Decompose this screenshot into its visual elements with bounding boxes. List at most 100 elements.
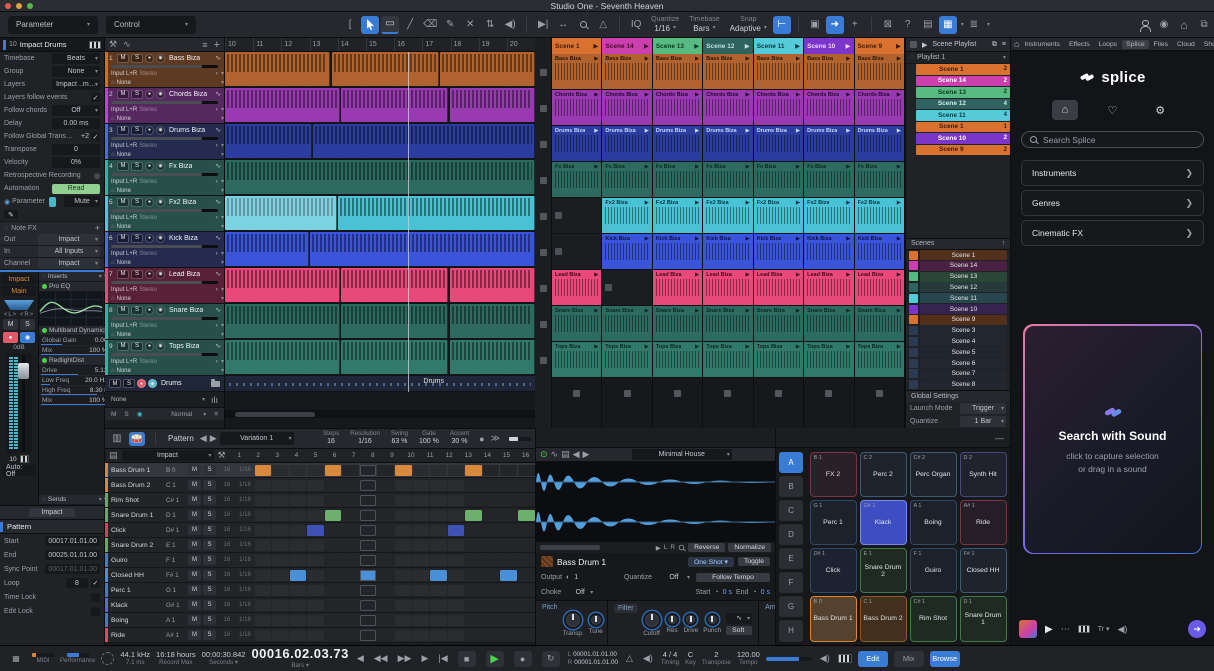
playlist-entry[interactable]: Scene 124 xyxy=(916,99,1010,110)
step-cell[interactable] xyxy=(430,600,447,611)
monitor-dot[interactable]: ◉ xyxy=(137,410,143,418)
track-mute-button[interactable]: M xyxy=(117,342,129,351)
track-solo-button[interactable]: S xyxy=(131,126,143,135)
step-cell[interactable] xyxy=(325,600,342,611)
step-cell[interactable] xyxy=(342,585,359,596)
step-cell[interactable] xyxy=(272,630,289,641)
device-select[interactable]: Impact▾ xyxy=(122,450,214,461)
step-cell[interactable] xyxy=(377,525,394,536)
macro-controls-button[interactable]: ⊠ xyxy=(879,16,897,34)
step-cell[interactable] xyxy=(448,615,465,626)
clip-play-icon[interactable]: ▶ xyxy=(645,200,649,206)
gate-control[interactable]: Gate100 % xyxy=(419,431,439,446)
res-knob[interactable]: Res xyxy=(666,613,679,634)
drum-pad[interactable]: F 1 Guiro xyxy=(910,548,957,593)
drum-row[interactable]: Boing A 1 M S 16 1/16 xyxy=(105,613,535,628)
timeline-ruler[interactable]: 1011121314151617181920 xyxy=(225,38,535,52)
range-tool-button[interactable]: ▭ xyxy=(381,16,399,34)
zoom-icon[interactable] xyxy=(574,16,592,34)
clip-play-icon[interactable]: ▶ xyxy=(594,92,598,98)
clip-play-icon[interactable]: ▶ xyxy=(796,92,800,98)
track-preset[interactable]: None xyxy=(117,260,131,266)
pad-bank-button[interactable]: C xyxy=(779,500,803,521)
step-cell[interactable] xyxy=(307,570,324,581)
step-cell[interactable] xyxy=(500,495,517,506)
step-cell[interactable] xyxy=(448,585,465,596)
step-cell[interactable] xyxy=(255,540,272,551)
stop-all-scenes-button[interactable] xyxy=(910,41,917,48)
arrangement-track-lane[interactable] xyxy=(225,232,535,268)
track-input[interactable]: Input L+R xyxy=(111,215,137,221)
step-cell[interactable] xyxy=(430,540,447,551)
step-cell[interactable] xyxy=(342,630,359,641)
clip-play-icon[interactable]: ▶ xyxy=(745,128,749,134)
step-cell[interactable] xyxy=(413,480,430,491)
track-input[interactable]: Input L+R xyxy=(111,287,137,293)
row-mute-button[interactable]: M xyxy=(188,510,201,520)
step-cell[interactable] xyxy=(325,525,342,536)
audio-clip[interactable] xyxy=(341,88,448,122)
step-cell[interactable] xyxy=(272,480,289,491)
track-mute-button[interactable]: M xyxy=(117,306,129,315)
scene-clip-cell[interactable]: Bass Biza▶ xyxy=(552,54,601,90)
drum-pad[interactable]: G 1 Perc 1 xyxy=(810,500,857,545)
resolution-control[interactable]: Resolution1/16 xyxy=(350,431,380,446)
variation-select[interactable]: Variation 1▾ xyxy=(220,432,294,445)
playlist-entry[interactable]: Scene 114 xyxy=(916,110,1010,121)
step-cell[interactable] xyxy=(395,570,412,581)
step-cell[interactable] xyxy=(430,570,447,581)
column-stop-button[interactable] xyxy=(825,390,832,397)
audio-clip[interactable] xyxy=(225,268,340,302)
forward-button[interactable]: ▶▶ xyxy=(398,653,412,664)
scene-clip-cell[interactable]: Snare Biza▶ xyxy=(804,306,853,342)
home-icon[interactable]: ⌂ xyxy=(1175,16,1193,34)
launch-mode-select[interactable]: Trigger▾ xyxy=(960,403,1006,414)
loop-button[interactable]: ↻ xyxy=(542,651,560,667)
arrangement-track-lane[interactable] xyxy=(225,160,535,196)
global-solo[interactable]: S xyxy=(124,411,128,418)
track-preset[interactable]: None xyxy=(117,188,131,194)
record-panel-icon[interactable]: ◉ xyxy=(1155,16,1173,34)
pad-bank-button[interactable]: H xyxy=(779,620,803,641)
scene-header[interactable]: Scene 11▶ xyxy=(754,38,803,54)
scene-clip-cell[interactable]: Chords Biza▶ xyxy=(602,90,651,126)
step-cell[interactable] xyxy=(377,540,394,551)
track-preset[interactable]: None xyxy=(117,224,131,230)
track-header[interactable]: 5 M S ● ◉ Fx2 Biza ∿ Input L+RStereo◐▾ ⌂… xyxy=(105,196,224,232)
inspector-track-header[interactable]: 10 Impact Drums xyxy=(0,38,104,52)
inserts-header[interactable]: ◌Inserts▾+ xyxy=(39,272,111,282)
envelope-icon[interactable]: ∿ xyxy=(551,449,559,460)
step-cell[interactable] xyxy=(307,480,324,491)
insert-redlightdist[interactable]: RedlightDist xyxy=(39,356,111,366)
scene-play-icon[interactable]: ▶ xyxy=(896,42,901,50)
bars-display[interactable]: 00016.02.03.73Bars ▾ xyxy=(251,647,348,669)
clip-play-icon[interactable]: ▶ xyxy=(796,272,800,278)
mix-view-button[interactable]: Mix xyxy=(894,651,924,667)
clip-play-icon[interactable]: ▶ xyxy=(796,56,800,62)
scene-clip-cell[interactable]: Chords Biza▶ xyxy=(703,90,752,126)
step-cell[interactable] xyxy=(377,510,394,521)
step-cell[interactable] xyxy=(255,495,272,506)
track-input[interactable]: Input L+R xyxy=(111,179,137,185)
track-solo-button[interactable]: S xyxy=(131,162,143,171)
drum-row[interactable]: Closed HH F# 1 M S 16 1/16 xyxy=(105,568,535,583)
track-input[interactable]: Input L+R xyxy=(111,251,137,257)
step-cell[interactable] xyxy=(518,495,535,506)
step-cell[interactable] xyxy=(518,480,535,491)
scene-clip-cell[interactable]: Snare Biza▶ xyxy=(602,306,651,342)
browser-tab[interactable]: Instruments xyxy=(1020,40,1064,49)
step-cell[interactable] xyxy=(255,510,272,521)
clip-play-icon[interactable]: ▶ xyxy=(745,308,749,314)
wave-scrollbar[interactable] xyxy=(540,545,600,550)
soft-button[interactable]: Soft xyxy=(726,626,752,635)
scene-clip-cell[interactable]: Tops Biza▶ xyxy=(552,342,601,378)
pattern-start-field[interactable]: 00017.01.01.00 xyxy=(45,536,100,546)
step-cell[interactable] xyxy=(448,465,465,476)
playlist-entry[interactable]: Scene 102 xyxy=(916,133,1010,144)
step-cell[interactable] xyxy=(430,615,447,626)
audio-clip[interactable] xyxy=(332,52,439,86)
help-button[interactable]: ? xyxy=(899,16,917,34)
clip-play-icon[interactable]: ▶ xyxy=(846,236,850,242)
step-cell[interactable] xyxy=(325,570,342,581)
clip-play-icon[interactable]: ▶ xyxy=(796,200,800,206)
